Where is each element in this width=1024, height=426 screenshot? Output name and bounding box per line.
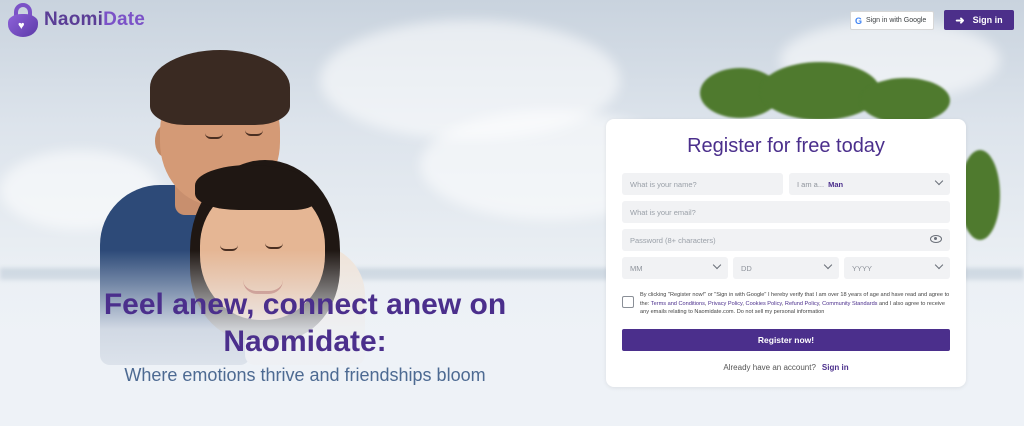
terms-checkbox[interactable] (622, 296, 634, 308)
terms-link[interactable]: Terms and Conditions (651, 301, 705, 307)
chevron-down-icon (823, 260, 833, 270)
birth-month-select[interactable]: MM (622, 257, 728, 279)
email-input[interactable] (630, 207, 942, 217)
google-signin-button[interactable]: G Sign in with Google (850, 11, 934, 30)
chevron-down-icon (712, 260, 722, 270)
gender-label: I am a... (797, 179, 825, 189)
hero-title: Feel anew, connect anew on Naomidate: (103, 288, 507, 358)
year-placeholder: YYYY (852, 263, 873, 273)
birth-year-select[interactable]: YYYY (844, 257, 950, 279)
email-field[interactable] (622, 201, 950, 223)
privacy-link[interactable]: Privacy Policy (708, 301, 742, 307)
hero-subtitle: Where emotions thrive and friendships bl… (124, 365, 486, 385)
gender-select[interactable]: I am a... Man (789, 173, 950, 195)
site-logo[interactable]: ♥ NaomiDate (8, 3, 145, 37)
month-placeholder: MM (630, 263, 643, 273)
signin-label: Sign in (972, 15, 1003, 25)
password-input[interactable] (630, 235, 942, 245)
register-card: Register for free today I am a... Man MM… (606, 119, 966, 387)
register-title: Register for free today (687, 135, 885, 157)
community-link[interactable]: Community Standards (822, 301, 877, 307)
tree (760, 62, 880, 120)
name-field[interactable] (622, 173, 783, 195)
chevron-down-icon (934, 260, 944, 270)
chevron-down-icon (934, 176, 944, 186)
lock-heart-icon: ♥ (8, 3, 38, 37)
refund-link[interactable]: Refund Policy (785, 301, 819, 307)
google-signin-label: Sign in with Google (866, 17, 927, 24)
tree (860, 78, 950, 123)
signin-button[interactable]: ➜ Sign in (944, 10, 1014, 30)
tree (960, 150, 1000, 240)
register-button[interactable]: Register now! (622, 329, 950, 351)
google-icon: G (855, 15, 863, 26)
show-password-icon[interactable] (930, 235, 942, 243)
password-field[interactable] (622, 229, 950, 251)
birth-day-select[interactable]: DD (733, 257, 839, 279)
login-arrow-icon: ➜ (955, 14, 965, 27)
cookies-link[interactable]: Cookies Policy (746, 301, 782, 307)
terms-text: By clicking "Register now!" or "Sign in … (640, 292, 950, 316)
signin-link[interactable]: Sign in (822, 363, 849, 372)
name-input[interactable] (630, 179, 775, 189)
gender-value: Man (828, 179, 844, 189)
account-prompt: Already have an account? Sign in (723, 363, 849, 372)
logo-text: NaomiDate (44, 9, 146, 30)
day-placeholder: DD (741, 263, 752, 273)
